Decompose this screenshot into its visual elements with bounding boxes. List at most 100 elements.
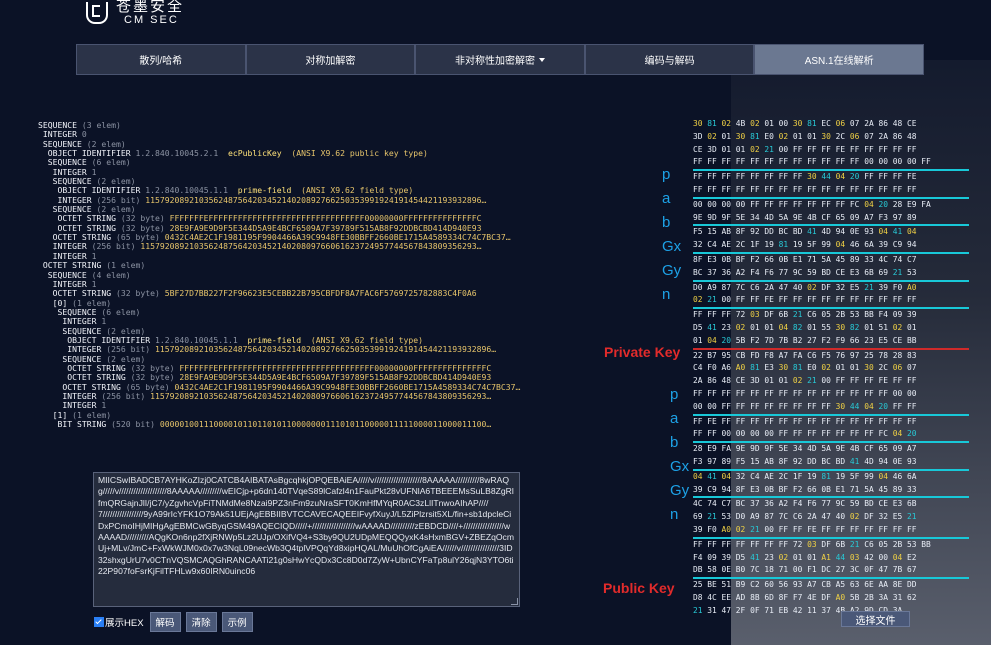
hex-byte: 0B	[721, 254, 736, 264]
hex-byte: 04	[778, 322, 793, 332]
hex-byte: 7B	[778, 335, 793, 345]
choose-file-button[interactable]: 选择文件	[841, 611, 910, 627]
tree-row[interactable]: INTEGER (256 bit) 1157920892103562487564…	[38, 391, 604, 401]
hex-byte: 4C	[693, 499, 708, 509]
hex-byte: FF	[864, 376, 879, 386]
hex-line: DB 58 0E B0 7C 18 71 00 F1 DC 27 3C 0F 4…	[693, 564, 969, 580]
hex-byte: 6B	[835, 539, 850, 549]
hex-line: 4C 74 C7 BC 37 36 A2 F4 F6 77 9C 59 BD C…	[693, 498, 969, 511]
hex-byte: 2F	[735, 605, 751, 615]
hex-byte: FF	[707, 429, 722, 439]
hex-byte: 02	[778, 552, 793, 562]
resize-handle-icon[interactable]	[511, 598, 518, 605]
hex-byte: 0E	[849, 227, 865, 237]
hex-byte: FF	[792, 157, 808, 167]
tree-row[interactable]: BIT STRING (520 bit) 0000010011100001011…	[38, 419, 604, 429]
hex-byte: 07	[864, 131, 879, 141]
nav-hash[interactable]: 散列/哈希	[76, 44, 246, 75]
hex-byte: AD	[735, 592, 751, 602]
example-button[interactable]: 示例	[221, 612, 253, 632]
hex-byte: 01	[764, 376, 779, 386]
decode-button[interactable]: 解码	[149, 612, 181, 632]
hex-byte: 03	[807, 539, 822, 549]
nav-symmetric[interactable]: 对称加解密	[245, 44, 416, 75]
hex-byte: FF	[792, 144, 808, 154]
hex-byte: 07	[906, 363, 917, 373]
hex-byte: 39	[878, 240, 893, 250]
hex-byte: FF	[878, 416, 893, 426]
hex-byte: 89	[892, 484, 907, 494]
hex-byte: BD	[821, 267, 836, 277]
hex-byte: E1	[792, 254, 808, 264]
hex-byte: FE	[707, 416, 722, 426]
tree-row[interactable]: SEQUENCE (6 elem)	[38, 158, 604, 167]
hex-byte: BB	[906, 335, 917, 345]
hex-byte: EC	[821, 119, 836, 128]
hex-byte: 5B	[735, 335, 751, 345]
hex-byte: 39	[693, 484, 708, 494]
hex-byte: 81	[750, 131, 765, 141]
show-hex-checkbox[interactable]	[94, 617, 104, 627]
hex-byte: E0	[764, 131, 779, 141]
tree-row[interactable]: SEQUENCE (3 elem)	[38, 121, 604, 130]
hex-byte: 7C	[735, 282, 751, 292]
tree-row[interactable]: SEQUENCE (4 elem)	[38, 270, 604, 280]
nav-encoding[interactable]: 编码与解码	[584, 44, 755, 75]
hex-byte: 55	[821, 322, 836, 332]
hex-byte: 7B	[892, 565, 907, 575]
hex-byte: FF	[906, 295, 917, 305]
hex-byte: 00	[721, 295, 736, 305]
hex-byte: FF	[892, 376, 907, 386]
hex-byte: F6	[764, 267, 779, 277]
hex-byte: AE	[721, 240, 736, 250]
hex-byte: 02	[721, 119, 736, 128]
pem-input[interactable]: MIICSwIBADCB7AYHKoZIzj0CATCB4AIBATAsBgcq…	[93, 472, 520, 607]
hex-byte: FF	[835, 295, 850, 305]
hex-byte: 01	[807, 552, 822, 562]
hex-byte: 23	[864, 335, 879, 345]
hex-byte: FF	[821, 524, 836, 534]
hex-byte: 21	[750, 524, 765, 534]
hex-byte: 01	[764, 119, 779, 128]
hex-line: F5 15 AB 8F 92 DD BC BD 41 4D 94 0E 93 0…	[693, 226, 969, 239]
tree-segment: 5BF27D7BB227F2F96623E5CEBB22B795CBFDF8A7…	[159, 288, 477, 299]
label-private-key: Private Key	[604, 344, 681, 360]
label-n: n	[662, 286, 671, 303]
hex-byte: 0B	[821, 484, 836, 494]
hex-byte: 0B	[778, 254, 793, 264]
hex-byte: FF	[849, 184, 865, 194]
hex-byte: 4D	[807, 444, 822, 454]
clear-button[interactable]: 清除	[185, 612, 217, 632]
hex-byte: FF	[835, 416, 850, 426]
hex-byte: FF	[778, 388, 793, 398]
hex-byte: F5	[821, 350, 836, 360]
hex-line: 30 81 02 4B 02 01 00 30 81 EC 06 07 2A 8…	[693, 118, 969, 131]
hex-byte: CF	[864, 444, 879, 454]
hex-byte: FF	[707, 172, 722, 182]
hex-byte: 69	[693, 512, 708, 522]
nav-asymmetric[interactable]: 非对称性加密解密	[415, 44, 585, 75]
tree-row[interactable]: OCTET STRING (32 byte) 5BF27D7BB227F2F96…	[38, 289, 604, 298]
hex-byte: A7	[906, 444, 917, 454]
hex-byte: 09	[892, 444, 907, 454]
hex-line: 00 00 00 00 FF FF FF FF FF FF FF FC 04 2…	[693, 199, 969, 212]
hex-byte: 46	[892, 471, 907, 481]
hex-byte: 2C	[735, 240, 751, 250]
hex-byte: 53	[906, 267, 917, 277]
label-b: b	[662, 214, 671, 231]
hex-byte: C2	[750, 580, 765, 590]
hex-byte: FF	[778, 539, 793, 549]
tree-row[interactable]: INTEGER (256 bit) 1157920892103562487564…	[38, 242, 604, 251]
hex-byte: 22	[693, 350, 708, 360]
hex-byte: FF	[707, 539, 722, 549]
nav-asn1[interactable]: ASN.1在线解析	[754, 44, 924, 75]
hex-byte: FF	[864, 524, 879, 534]
hex-byte: 32	[835, 282, 850, 292]
hex-byte: FF	[721, 310, 736, 320]
tree-row[interactable]: INTEGER 1	[38, 401, 604, 410]
hex-byte: 37	[750, 499, 765, 509]
tree-row[interactable]: SEQUENCE (6 elem)	[38, 307, 604, 317]
hex-byte: FF	[878, 524, 893, 534]
hex-byte: FF	[807, 157, 822, 167]
hex-byte: 74	[892, 254, 907, 264]
